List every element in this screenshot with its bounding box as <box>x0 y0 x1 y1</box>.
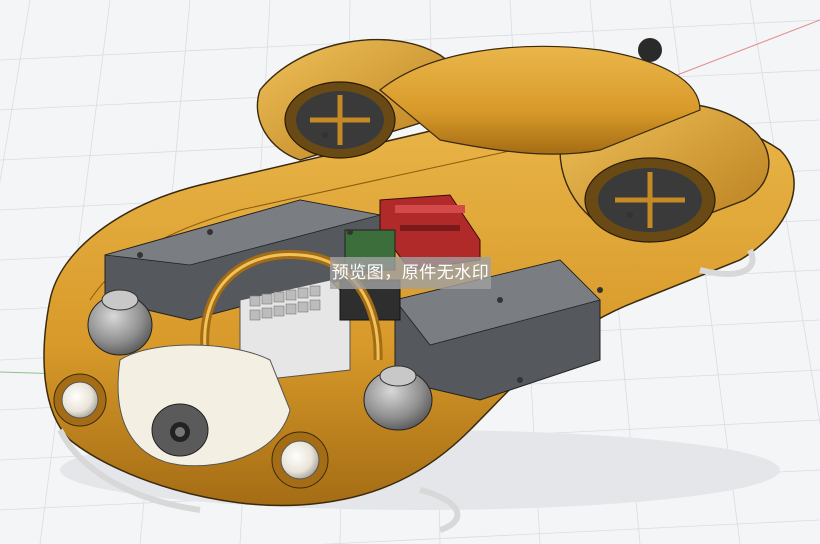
headlight-left[interactable] <box>53 373 107 427</box>
cad-viewport[interactable]: 预览图，原件无水印 <box>0 0 820 544</box>
watermark-label: 预览图，原件无水印 <box>330 257 491 289</box>
headlight-right[interactable] <box>271 431 329 489</box>
